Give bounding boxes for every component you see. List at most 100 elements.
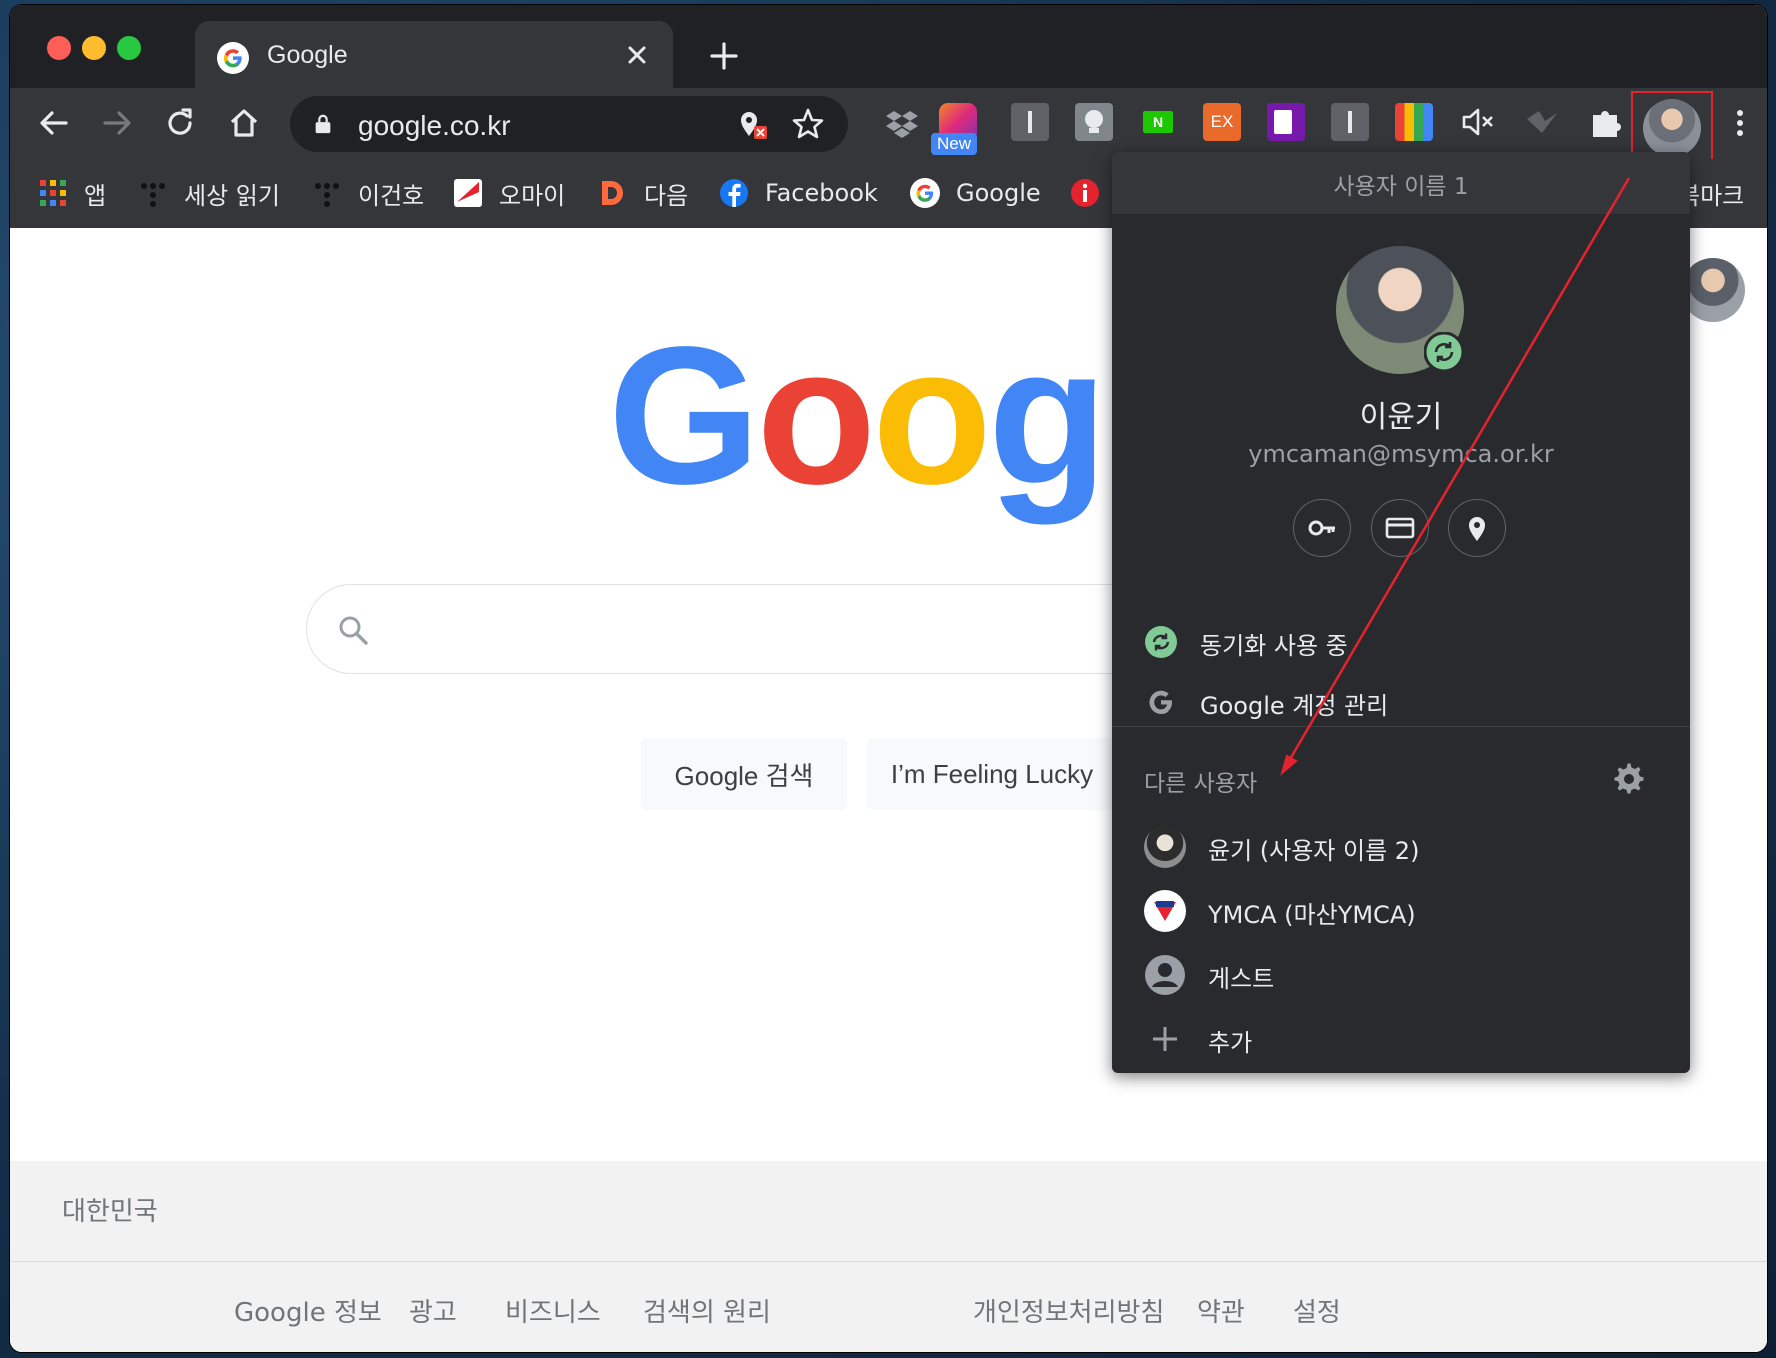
footer-link[interactable]: 개인정보처리방침 xyxy=(973,1292,1164,1329)
bookmark-lee-geonho[interactable]: 이건호 xyxy=(312,177,425,210)
profile-email: ymcaman@msymca.or.kr xyxy=(1248,440,1554,468)
home-button[interactable] xyxy=(226,105,262,141)
naver-label: N xyxy=(1143,111,1173,133)
country-label: 대한민국 xyxy=(62,1197,158,1227)
google-favicon-icon xyxy=(217,42,249,74)
user-avatar xyxy=(1144,826,1186,868)
profile-name-label: 윤기 (사용자 이름 2) xyxy=(1208,837,1420,865)
addresses-button[interactable] xyxy=(1448,499,1506,557)
bookmark-daum[interactable]: 다음 xyxy=(598,177,688,210)
back-button[interactable] xyxy=(36,105,72,141)
toolbar: google.co.kr New N EX xyxy=(10,88,1767,164)
bookmark-star-icon[interactable] xyxy=(790,106,826,142)
svg-text:Google: Google xyxy=(608,328,1128,525)
dots-favicon-icon xyxy=(315,183,339,207)
other-people-heading: 다른 사용자 xyxy=(1144,771,1258,797)
reload-button[interactable] xyxy=(162,105,198,141)
origami-extension-icon[interactable] xyxy=(1523,103,1561,141)
menu-divider xyxy=(1112,726,1690,727)
bookmark-label: Google xyxy=(956,179,1041,207)
menu-kebab-icon[interactable] xyxy=(1722,105,1758,141)
daum-favicon-icon xyxy=(602,181,623,205)
footer-link[interactable]: Google 정보 xyxy=(234,1292,382,1329)
feeling-lucky-button[interactable]: I’m Feeling Lucky xyxy=(867,738,1117,810)
profile-name-label: YMCA (마산YMCA) xyxy=(1208,901,1416,929)
ex-extension-icon[interactable]: EX xyxy=(1203,103,1241,141)
ymca-avatar xyxy=(1144,890,1186,932)
extensions-puzzle-icon[interactable] xyxy=(1587,103,1625,141)
bookmark-label: Facebook xyxy=(765,179,878,207)
new-badge: New xyxy=(931,133,977,155)
add-profile-label: 추가 xyxy=(1208,1029,1253,1057)
address-bar[interactable]: google.co.kr xyxy=(290,96,848,152)
sync-status-label: 동기화 사용 중 xyxy=(1200,632,1348,660)
bookmark-label: 이건호 xyxy=(358,181,425,210)
credit-card-icon xyxy=(1385,517,1415,539)
location-blocked-icon[interactable] xyxy=(734,106,770,142)
bookmark-facebook[interactable]: Facebook xyxy=(719,177,878,209)
mute-tab-icon[interactable] xyxy=(1459,103,1497,141)
dropbox-extension-icon[interactable] xyxy=(883,103,921,141)
footer-link[interactable]: 검색의 원리 xyxy=(643,1292,771,1329)
ymca-logo-icon xyxy=(1154,901,1176,921)
profile-menu: 사용자 이름 1 이윤기 ymcaman@msymca.or.kr 동기화 사용… xyxy=(1112,152,1690,1073)
new-tab-button[interactable] xyxy=(706,38,742,74)
add-profile-row[interactable]: 추가 xyxy=(1112,1014,1690,1064)
apps-grid-icon xyxy=(40,180,66,206)
footer-link[interactable]: 비즈니스 xyxy=(505,1292,601,1329)
minimize-window-button[interactable] xyxy=(82,36,106,60)
manage-account-label: Google 계정 관리 xyxy=(1200,692,1389,720)
url-text: google.co.kr xyxy=(358,110,511,141)
palette-extension-icon[interactable] xyxy=(1395,103,1433,141)
close-window-button[interactable] xyxy=(47,36,71,60)
info-favicon-icon xyxy=(1071,179,1099,207)
footer-link[interactable]: 설정 xyxy=(1293,1292,1341,1329)
tab-strip: Google xyxy=(10,5,1767,91)
manage-account-row[interactable]: Google 계정 관리 xyxy=(1112,677,1690,727)
reader-extension-2-icon[interactable] xyxy=(1331,103,1369,141)
naver-extension-icon[interactable]: N xyxy=(1139,103,1177,141)
location-pin-icon xyxy=(1469,517,1485,541)
google-search-button[interactable]: Google 검색 xyxy=(641,738,847,810)
bookmark-google[interactable]: Google xyxy=(910,177,1041,209)
lock-icon[interactable] xyxy=(312,112,334,136)
payment-methods-button[interactable] xyxy=(1371,499,1429,557)
bookmark-label: 앱 xyxy=(84,181,107,210)
google-g-icon xyxy=(1149,690,1172,714)
account-avatar[interactable] xyxy=(1681,258,1745,322)
bulb-extension-icon[interactable] xyxy=(1075,103,1113,141)
gear-icon[interactable] xyxy=(1612,762,1646,796)
profile-row-ymca[interactable]: YMCA (마산YMCA) xyxy=(1112,886,1690,936)
maximize-window-button[interactable] xyxy=(117,36,141,60)
bookmark-ohmy[interactable]: 오마이 xyxy=(453,177,565,210)
close-tab-icon[interactable] xyxy=(621,39,653,71)
passwords-button[interactable] xyxy=(1293,499,1351,557)
dots-favicon-icon xyxy=(141,183,165,207)
footer-link[interactable]: 광고 xyxy=(409,1292,457,1329)
plus-icon xyxy=(1153,1027,1177,1051)
google-favicon-icon xyxy=(910,178,940,208)
facebook-favicon-icon xyxy=(720,179,748,207)
profile-menu-header: 사용자 이름 1 xyxy=(1112,152,1690,214)
footer-link[interactable]: 약관 xyxy=(1197,1292,1245,1329)
sync-icon xyxy=(1145,626,1177,658)
guest-avatar-icon xyxy=(1145,955,1185,995)
profile-menu-title: 사용자 이름 1 xyxy=(1333,174,1469,200)
sync-status-row[interactable]: 동기화 사용 중 xyxy=(1112,617,1690,667)
profile-row-yoongi[interactable]: 윤기 (사용자 이름 2) xyxy=(1112,822,1690,872)
google-logo: Google xyxy=(608,328,1128,525)
bookmark-world-reading[interactable]: 세상 읽기 xyxy=(138,177,280,210)
profile-name: 이윤기 xyxy=(1359,400,1443,435)
onenote-extension-icon[interactable] xyxy=(1267,103,1305,141)
bookmark-info[interactable] xyxy=(1070,177,1116,209)
reader-extension-icon[interactable] xyxy=(1011,103,1049,141)
forward-button[interactable] xyxy=(99,105,135,141)
profile-avatar xyxy=(1643,99,1701,157)
footer-links: Google 정보 광고 비즈니스 검색의 원리 개인정보처리방침 약관 설정 xyxy=(10,1262,1767,1352)
bookmark-apps[interactable]: 앱 xyxy=(38,177,107,210)
sync-badge-icon xyxy=(1424,332,1464,372)
ohmynews-favicon-icon xyxy=(454,179,482,207)
profile-row-guest[interactable]: 게스트 xyxy=(1112,950,1690,1000)
search-icon xyxy=(339,616,368,645)
tab-google[interactable]: Google xyxy=(195,21,673,91)
